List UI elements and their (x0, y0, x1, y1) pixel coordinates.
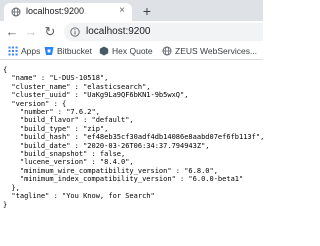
json-line: "lucene_version" : "8.4.0", (3, 158, 134, 167)
info-icon[interactable] (70, 27, 80, 37)
tab-close-icon[interactable]: × (116, 5, 128, 17)
json-line: "build_snapshot" : false, (3, 150, 126, 159)
apps-grid-icon (8, 46, 18, 56)
globe-icon (162, 46, 172, 56)
back-arrow-icon[interactable]: ← (4, 24, 20, 40)
bookmark-label: ZEUS WebServices... (175, 46, 258, 56)
reload-icon[interactable]: ↻ (42, 24, 58, 40)
new-tab-button[interactable]: + (139, 3, 155, 19)
browser-toolbar: ← → ↻ localhost:9200 (0, 21, 263, 43)
json-line: "build_date" : "2020-03-26T06:34:37.7949… (3, 141, 210, 150)
url-text[interactable]: localhost:9200 (86, 26, 151, 37)
tab-title: localhost:9200 (26, 6, 85, 16)
json-line: "minimum_index_compatibility_version" : … (3, 175, 244, 184)
globe-icon (11, 7, 21, 17)
browser-tab[interactable]: localhost:9200 × (4, 3, 132, 21)
address-bar[interactable]: localhost:9200 (64, 23, 263, 41)
json-line: "cluster_uuid" : "UaKg9La9QF6bKN1-9b5wxQ… (3, 91, 189, 100)
json-line: "build_type" : "zip", (3, 124, 109, 133)
json-line: "build_flavor" : "default", (3, 116, 134, 125)
json-line: }, (3, 183, 20, 192)
bitbucket-icon (44, 47, 54, 55)
json-response: { "name" : "L-DUS-10518", "cluster_name"… (3, 66, 264, 209)
page-content: { "name" : "L-DUS-10518", "cluster_name"… (0, 60, 264, 246)
bookmarks-bar: Apps Bitbucket Hex Quote ZEUS WebService… (0, 43, 263, 60)
tab-strip: localhost:9200 × + (0, 0, 263, 21)
json-line: "cluster_name" : "elasticsearch", (3, 82, 151, 91)
json-line: "build_hash" : "ef48eb35cf30adf4db14086e… (3, 133, 265, 142)
bookmark-label: Apps (21, 46, 41, 56)
json-line: "number" : "7.6.2", (3, 108, 100, 117)
forward-arrow-icon[interactable]: → (23, 24, 39, 40)
bookmark-label: Hex Quote (112, 46, 153, 56)
json-line: "version" : { (3, 99, 67, 108)
json-line: "name" : "L-DUS-10518", (3, 74, 109, 83)
hex-quote-icon (99, 46, 109, 56)
json-line: "tagline" : "You Know, for Search" (3, 192, 155, 201)
bookmark-label: Bitbucket (57, 46, 92, 56)
json-line: "minimum_wire_compatibility_version" : "… (3, 166, 218, 175)
json-line: } (3, 200, 8, 209)
json-line: { (3, 66, 8, 74)
